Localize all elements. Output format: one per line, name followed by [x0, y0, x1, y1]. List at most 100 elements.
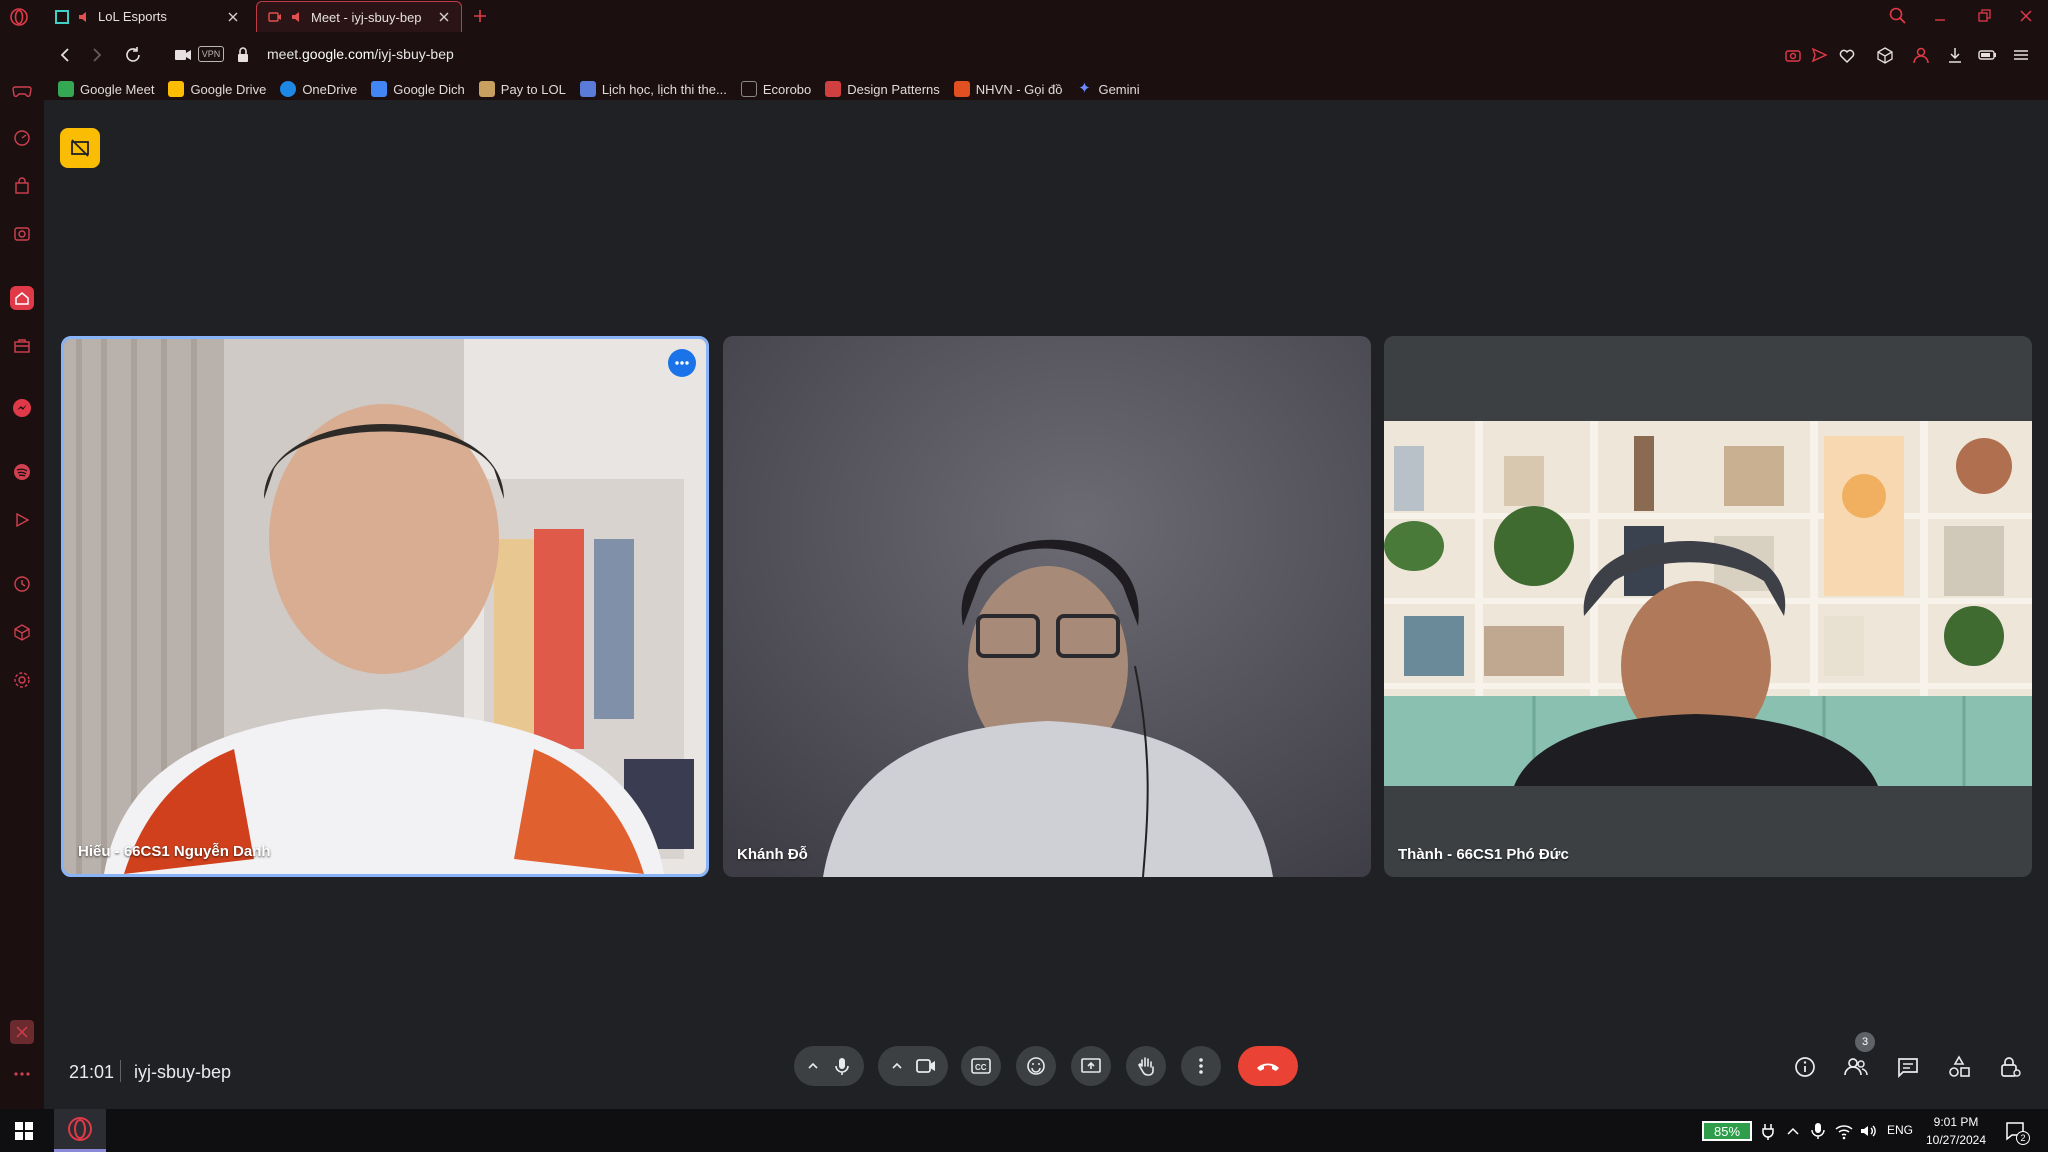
close-window-icon[interactable]	[2016, 6, 2036, 26]
chevron-up-icon[interactable]	[890, 1059, 904, 1073]
speed-dial-icon[interactable]	[10, 126, 34, 150]
clock-time: 9:01 PM	[1933, 1115, 1979, 1129]
speaker-icon[interactable]	[76, 9, 92, 25]
windows-start-icon[interactable]	[14, 1121, 34, 1141]
more-options-icon[interactable]	[668, 349, 696, 377]
reactions-button[interactable]	[1016, 1046, 1056, 1086]
player-icon[interactable]	[10, 508, 34, 532]
design-patterns-favicon-icon	[825, 81, 842, 97]
restore-icon[interactable]	[1974, 6, 1994, 26]
bookmark-label: Google Dich	[393, 81, 465, 97]
bookmark-google-meet[interactable]: Google Meet	[58, 81, 154, 97]
speaker-icon[interactable]	[289, 9, 305, 25]
bookmark-design-patterns[interactable]: Design Patterns	[825, 81, 940, 97]
camera-in-use-icon[interactable]	[172, 44, 194, 66]
profile-icon[interactable]	[1910, 44, 1932, 66]
microphone-icon[interactable]	[832, 1056, 852, 1076]
wifi-icon[interactable]	[1834, 1121, 1854, 1141]
google-translate-favicon-icon	[371, 81, 388, 97]
recording-off-icon[interactable]	[60, 128, 100, 168]
people-icon[interactable]	[1842, 1053, 1870, 1081]
bookmark-ecorobo[interactable]: Ecorobo	[740, 81, 811, 97]
minimize-icon[interactable]	[1930, 6, 1950, 26]
battery-saver-icon[interactable]	[1976, 44, 1998, 66]
messenger-icon[interactable]	[10, 396, 34, 420]
chevron-up-icon[interactable]	[1783, 1121, 1803, 1141]
people-count-badge: 3	[1855, 1032, 1875, 1052]
present-screen-button[interactable]	[1071, 1046, 1111, 1086]
extensions-icon[interactable]	[1874, 44, 1896, 66]
more-options-button[interactable]	[1181, 1046, 1221, 1086]
address-bar: VPN meet.google.com/iyj-sbuy-bep	[44, 32, 2048, 78]
folder-icon	[740, 81, 757, 97]
heart-bookmark-icon[interactable]	[1836, 44, 1858, 66]
extensions-cube-icon[interactable]	[10, 620, 34, 644]
chevron-up-icon[interactable]	[806, 1059, 820, 1073]
forward-icon[interactable]	[86, 44, 108, 66]
microphone-control[interactable]	[794, 1046, 864, 1086]
meeting-details-info-icon[interactable]	[1791, 1053, 1819, 1081]
tab-title: LoL Esports	[98, 9, 167, 24]
pinned-app-icon[interactable]	[10, 1020, 34, 1044]
activities-shapes-icon[interactable]	[1945, 1053, 1973, 1081]
participant-name: Khánh Đỗ	[737, 846, 808, 863]
volume-icon[interactable]	[1858, 1121, 1878, 1141]
close-tab-icon[interactable]	[437, 10, 451, 24]
download-icon[interactable]	[1944, 44, 1966, 66]
back-icon[interactable]	[54, 44, 76, 66]
language-indicator[interactable]: ENG	[1887, 1123, 1913, 1137]
bookmark-google-drive[interactable]: Google Drive	[168, 81, 266, 97]
chat-icon[interactable]	[1894, 1053, 1922, 1081]
leave-call-button[interactable]	[1238, 1046, 1298, 1086]
gaming-controller-icon[interactable]	[10, 78, 34, 102]
figma-favicon-icon	[953, 81, 970, 97]
spotify-icon[interactable]	[10, 460, 34, 484]
close-tab-icon[interactable]	[226, 10, 240, 24]
settings-gear-icon[interactable]	[10, 668, 34, 692]
home-icon[interactable]	[10, 286, 34, 310]
url-field[interactable]: meet.google.com/iyj-sbuy-bep	[267, 46, 454, 62]
battery-indicator[interactable]: 85%	[1702, 1121, 1752, 1141]
host-controls-lock-icon[interactable]	[1996, 1053, 2024, 1081]
bookmark-gemini[interactable]: ✦ Gemini	[1076, 81, 1139, 97]
microphone-tray-icon[interactable]	[1808, 1121, 1828, 1141]
opera-taskbar-icon[interactable]	[54, 1109, 106, 1152]
raise-hand-button[interactable]	[1126, 1046, 1166, 1086]
easy-setup-menu-icon[interactable]	[2010, 44, 2032, 66]
lock-icon[interactable]	[232, 44, 254, 66]
opera-logo-icon[interactable]	[10, 8, 28, 26]
participant-tile[interactable]: Hiếu - 66CS1 Nguyễn Danh	[61, 336, 709, 877]
search-tabs-icon[interactable]	[1888, 6, 1908, 26]
notifications-icon[interactable]: 2	[2004, 1119, 2030, 1145]
camera-snap-icon[interactable]	[10, 222, 34, 246]
participant-tile[interactable]: Thành - 66CS1 Phó Đức	[1384, 336, 2032, 877]
divider	[120, 1060, 121, 1082]
tab-meet[interactable]: Meet - iyj-sbuy-bep	[256, 1, 462, 32]
bookmark-pay-to-lol[interactable]: Pay to LOL	[478, 81, 566, 97]
send-flow-icon[interactable]	[1808, 44, 1830, 66]
captions-button[interactable]: CC	[961, 1046, 1001, 1086]
reload-icon[interactable]	[122, 44, 144, 66]
browser-tab-bar: LoL Esports Meet - iyj-sbuy-bep	[0, 0, 2048, 32]
briefcase-icon[interactable]	[10, 334, 34, 358]
tab-lol-esports[interactable]: LoL Esports	[44, 1, 250, 32]
more-dots-icon[interactable]	[10, 1062, 34, 1086]
system-clock[interactable]: 9:01 PM 10/27/2024	[1920, 1113, 1992, 1149]
lol-esports-favicon-icon	[54, 9, 70, 25]
participant-tile[interactable]: Khánh Đỗ	[723, 336, 1371, 877]
new-tab-plus-icon[interactable]	[470, 6, 490, 26]
bookmark-google-dich[interactable]: Google Dich	[371, 81, 465, 97]
history-clock-icon[interactable]	[10, 572, 34, 596]
shopping-bag-icon[interactable]	[10, 174, 34, 198]
camera-control[interactable]	[878, 1046, 948, 1086]
meet-favicon-icon	[267, 9, 283, 25]
bookmark-nhvn[interactable]: NHVN - Gọi đồ	[953, 81, 1062, 97]
closed-captions-icon: CC	[970, 1057, 992, 1075]
bookmark-label: OneDrive	[302, 81, 358, 97]
video-camera-icon[interactable]	[915, 1056, 937, 1076]
power-plug-icon[interactable]	[1758, 1121, 1778, 1141]
bookmark-onedrive[interactable]: OneDrive	[280, 81, 357, 97]
bookmark-lich-hoc[interactable]: Lịch học, lịch thi the...	[579, 81, 727, 97]
vpn-badge[interactable]: VPN	[198, 46, 224, 62]
snapshot-icon[interactable]	[1782, 44, 1804, 66]
